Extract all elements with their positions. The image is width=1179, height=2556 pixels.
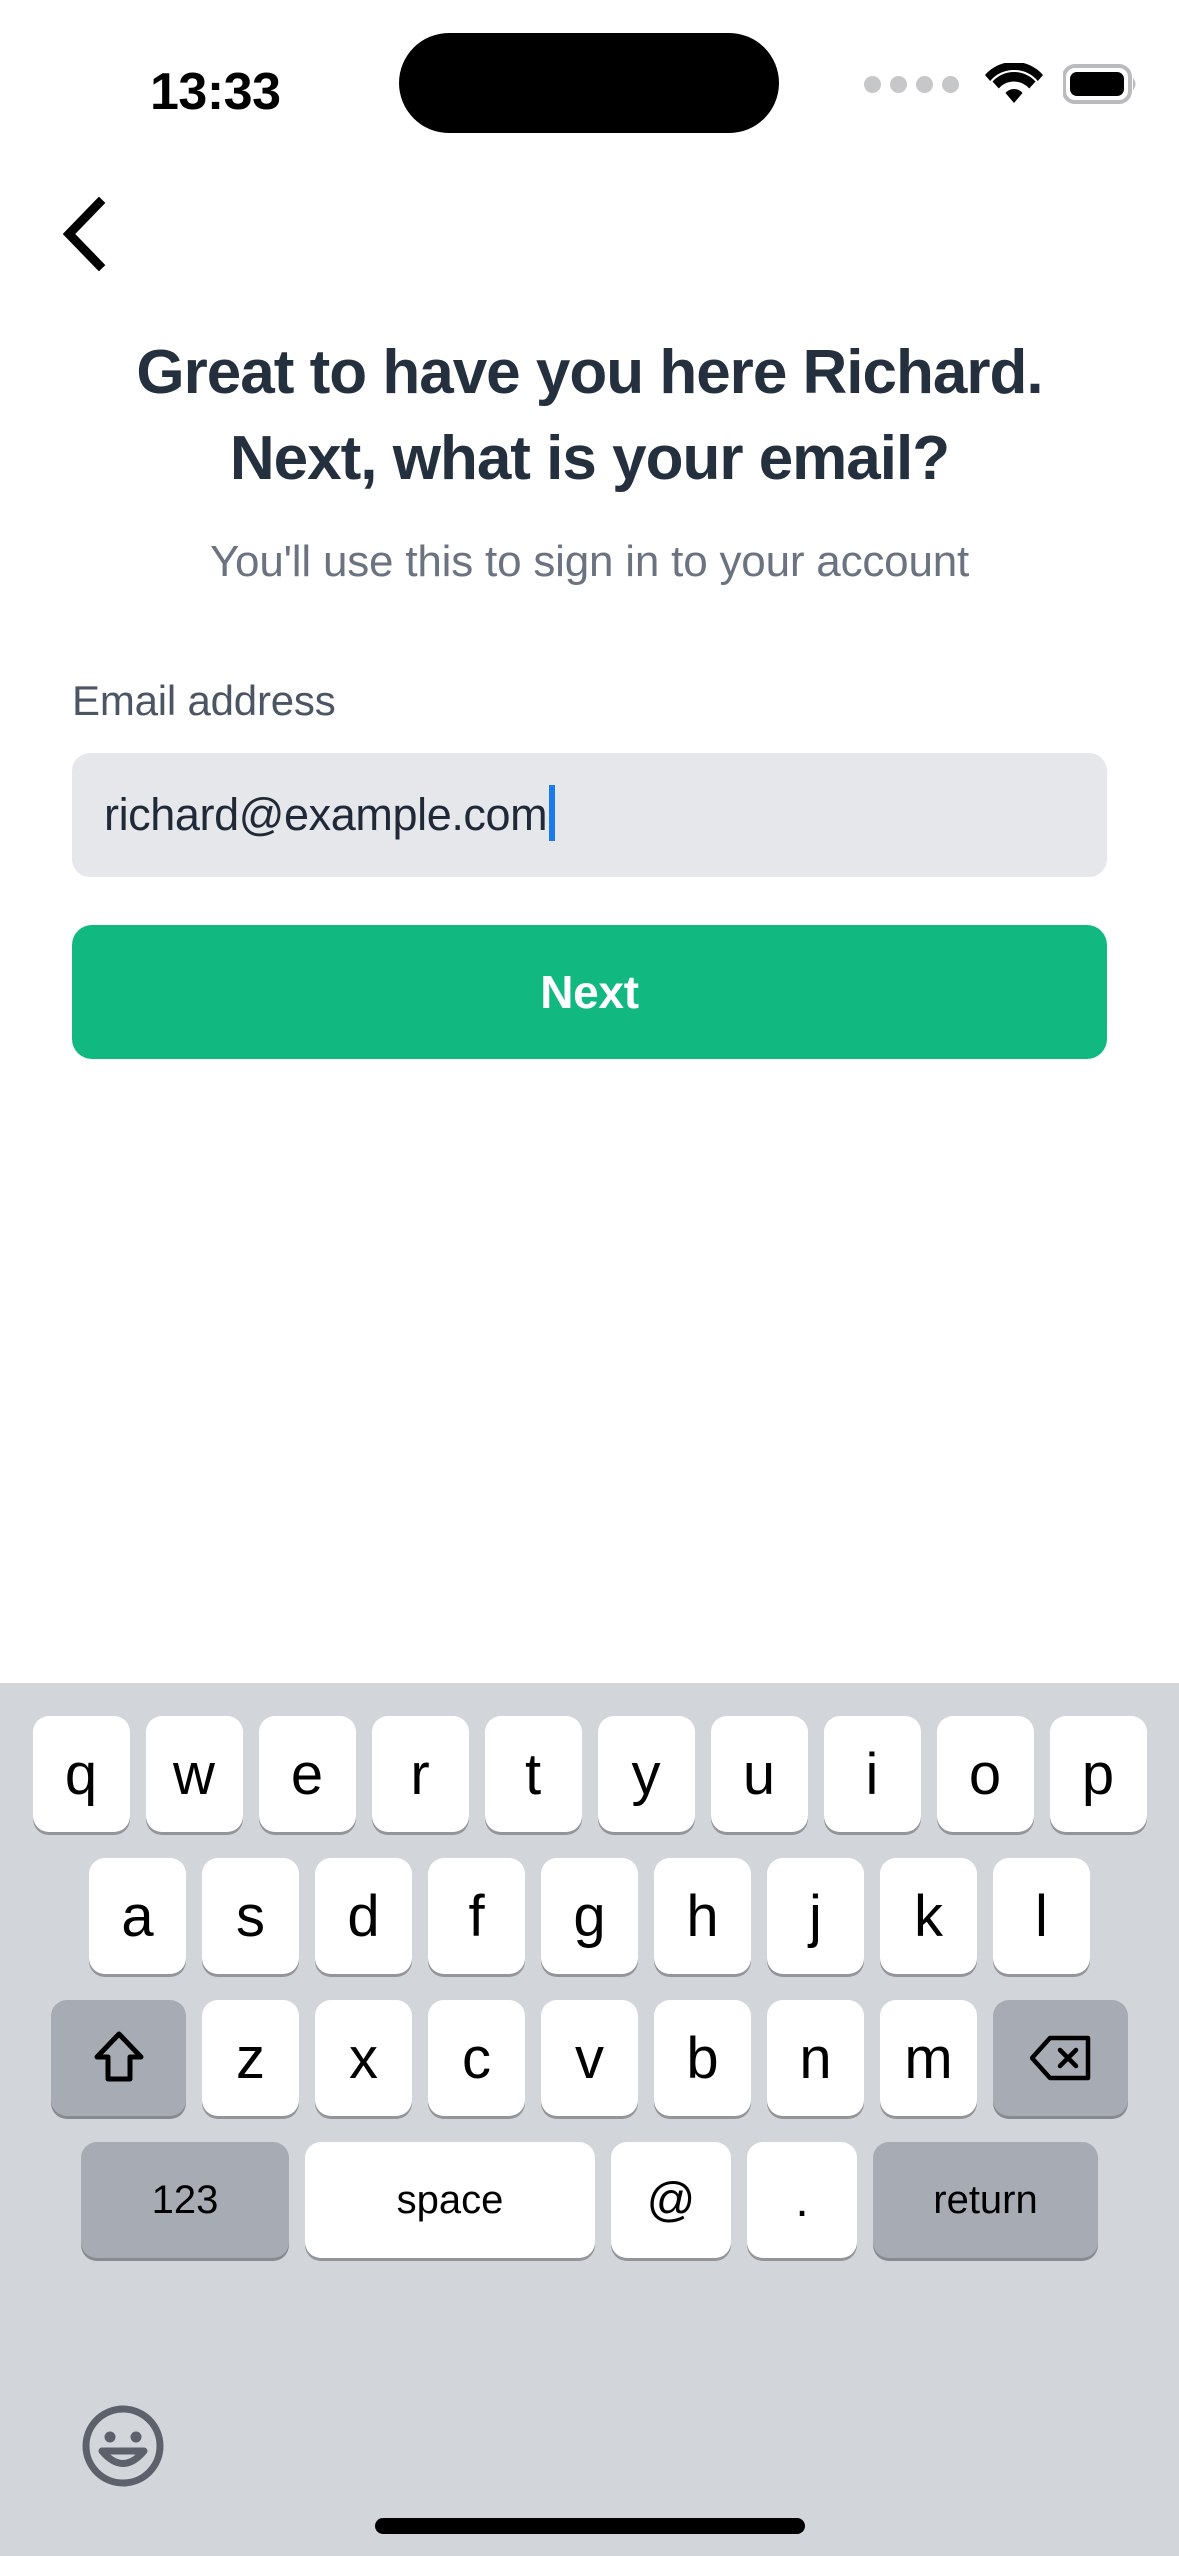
chevron-left-icon — [62, 197, 106, 271]
numbers-key[interactable]: 123 — [81, 2142, 289, 2258]
content-header: Great to have you here Richard. Next, wh… — [0, 330, 1179, 590]
key-o[interactable]: o — [936, 1716, 1034, 1832]
email-input-value: richard@example.com — [104, 789, 548, 840]
backspace-key[interactable] — [993, 2000, 1128, 2116]
email-input[interactable]: richard@example.com — [72, 753, 1107, 877]
shift-key[interactable] — [51, 2000, 186, 2116]
key-p[interactable]: p — [1049, 1716, 1147, 1832]
key-w[interactable]: w — [145, 1716, 243, 1832]
status-bar-time: 13:33 — [150, 63, 281, 121]
email-form: Email address richard@example.com Next — [72, 675, 1107, 1059]
key-k[interactable]: k — [880, 1858, 977, 1974]
phone-screen: 13:33 Great to have you here Richard. Ne… — [0, 0, 1179, 2556]
key-m[interactable]: m — [880, 2000, 977, 2116]
key-v[interactable]: v — [541, 2000, 638, 2116]
keyboard-row-3-letters: zxcvbnm — [202, 2000, 977, 2116]
shift-arrow-icon — [94, 2031, 143, 2082]
key-e[interactable]: e — [258, 1716, 356, 1832]
page-title: Great to have you here Richard. Next, wh… — [136, 338, 1043, 493]
return-key[interactable]: return — [873, 2142, 1098, 2258]
at-key[interactable]: @ — [611, 2142, 731, 2258]
key-y[interactable]: y — [597, 1716, 695, 1832]
emoji-key[interactable] — [78, 2401, 168, 2491]
keyboard-row-4: 123 space @ . return — [0, 2142, 1179, 2258]
next-button[interactable]: Next — [72, 925, 1107, 1059]
status-bar-indicators — [864, 58, 1139, 110]
page-subtitle: You'll use this to sign in to your accou… — [209, 537, 970, 586]
key-g[interactable]: g — [541, 1858, 638, 1974]
key-u[interactable]: u — [710, 1716, 808, 1832]
signal-dots-icon — [864, 75, 959, 93]
emoji-smiley-icon — [82, 2405, 164, 2487]
period-key[interactable]: . — [747, 2142, 857, 2258]
backspace-delete-icon — [1029, 2035, 1090, 2081]
key-i[interactable]: i — [823, 1716, 921, 1832]
key-q[interactable]: q — [32, 1716, 130, 1832]
key-b[interactable]: b — [654, 2000, 751, 2116]
status-bar: 13:33 — [0, 0, 1179, 160]
home-indicator — [374, 2518, 805, 2534]
onscreen-keyboard: qwertyuiop asdfghjkl zxcvbnm 123 space @… — [0, 1683, 1179, 2556]
key-t[interactable]: t — [484, 1716, 582, 1832]
battery-icon — [1063, 64, 1136, 104]
key-h[interactable]: h — [654, 1858, 751, 1974]
key-n[interactable]: n — [767, 2000, 864, 2116]
next-button-label: Next — [540, 966, 639, 1018]
keyboard-row-1: qwertyuiop — [0, 1716, 1179, 1832]
keyboard-utility-row — [0, 2401, 1179, 2501]
key-j[interactable]: j — [767, 1858, 864, 1974]
keyboard-row-2: asdfghjkl — [0, 1858, 1179, 1974]
key-r[interactable]: r — [371, 1716, 469, 1832]
wifi-icon — [985, 63, 1043, 103]
key-f[interactable]: f — [428, 1858, 525, 1974]
keyboard-row-3: zxcvbnm — [0, 2000, 1179, 2116]
key-l[interactable]: l — [993, 1858, 1090, 1974]
key-x[interactable]: x — [315, 2000, 412, 2116]
dynamic-island — [399, 33, 779, 133]
space-key[interactable]: space — [305, 2142, 595, 2258]
back-button[interactable] — [32, 182, 136, 286]
key-a[interactable]: a — [89, 1858, 186, 1974]
email-field-label: Email address — [72, 677, 336, 724]
key-s[interactable]: s — [202, 1858, 299, 1974]
key-z[interactable]: z — [202, 2000, 299, 2116]
text-cursor — [549, 785, 556, 841]
key-c[interactable]: c — [428, 2000, 525, 2116]
key-d[interactable]: d — [315, 1858, 412, 1974]
